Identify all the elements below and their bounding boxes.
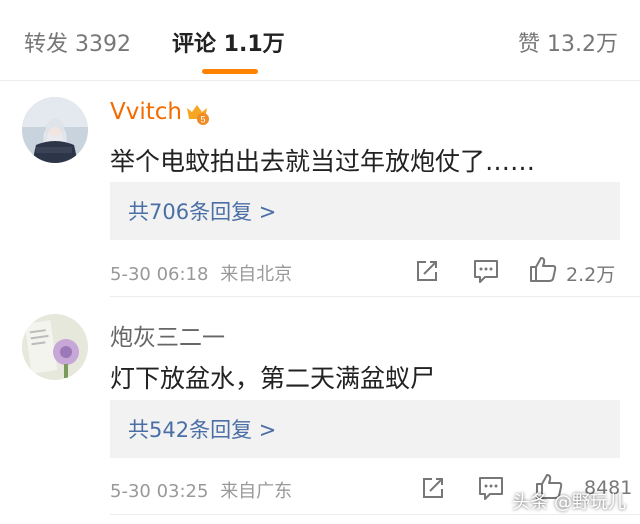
comment-tab-bar: 转发 3392 评论 1.1万 赞 13.2万: [0, 0, 640, 81]
comment-time: 5-30 03:25: [110, 481, 209, 502]
svg-text:5: 5: [200, 115, 205, 125]
tab-repost[interactable]: 转发 3392: [24, 26, 131, 58]
tab-likes[interactable]: 赞 13.2万: [518, 26, 618, 58]
vip-crown-icon: 5: [187, 105, 209, 125]
share-edit-icon[interactable]: [418, 473, 448, 503]
replies-count-label: 共706条回复 >: [128, 200, 277, 224]
view-replies-button[interactable]: 共542条回复 >: [110, 400, 620, 458]
share-edit-icon[interactable]: [412, 256, 442, 286]
reply-comment-icon[interactable]: [476, 473, 506, 503]
like-count: 2.2万: [566, 264, 616, 286]
thumbs-up-icon[interactable]: [528, 254, 558, 284]
view-replies-button[interactable]: 共706条回复 >: [110, 182, 620, 240]
avatar[interactable]: [22, 314, 88, 380]
replies-count-label: 共542条回复 >: [128, 418, 277, 442]
divider: [110, 514, 640, 515]
comment-meta: 5-30 06:18 来自北京: [110, 260, 292, 286]
comment-meta: 5-30 03:25 来自广东: [110, 477, 292, 503]
username[interactable]: Vvitch: [110, 99, 182, 125]
comment-text: 举个电蚊拍出去就当过年放炮仗了……: [110, 147, 536, 176]
comment-text: 灯下放盆水，第二天满盆蚁尸: [110, 364, 436, 393]
active-tab-indicator: [202, 69, 258, 74]
divider: [110, 296, 640, 297]
comment-time: 5-30 06:18: [110, 264, 209, 285]
comment-location: 来自广东: [220, 481, 293, 502]
avatar[interactable]: [22, 97, 88, 163]
tab-comments[interactable]: 评论 1.1万: [172, 26, 285, 58]
watermark: 头条 @野玩儿: [512, 492, 626, 513]
username[interactable]: 炮灰三二一: [110, 318, 225, 352]
reply-comment-icon[interactable]: [471, 256, 501, 286]
comment-item: Vvitch 5 举个电蚊拍出去就当过年放炮仗了…… 共706条回复 > 5-3…: [0, 80, 640, 298]
comment-location: 来自北京: [220, 264, 293, 285]
